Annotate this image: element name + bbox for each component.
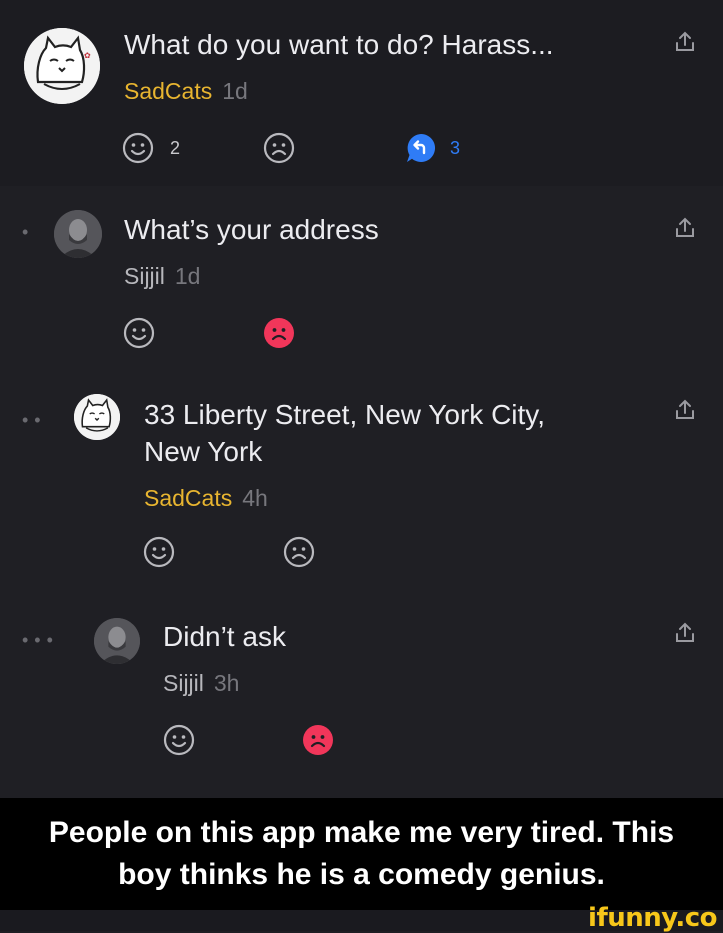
meme-caption: People on this app make me very tired. T… (0, 798, 723, 910)
cat-avatar-icon: ✿ (24, 28, 100, 104)
reply-bubble-icon[interactable] (405, 132, 437, 164)
avatar[interactable] (94, 618, 140, 664)
like-smile-icon[interactable] (122, 132, 154, 164)
avatar[interactable]: ✿ (24, 28, 100, 104)
ifunny-watermark: ifunny.co (588, 903, 717, 933)
comment: •• 33 Liberty Street, New York City, New… (0, 376, 723, 606)
bearded-man-avatar-icon (94, 618, 140, 664)
share-icon[interactable] (674, 398, 696, 422)
like-smile-icon[interactable] (123, 317, 155, 349)
timestamp: 3h (213, 670, 240, 696)
comment-text: What’s your address (124, 214, 379, 245)
share-icon[interactable] (674, 30, 696, 54)
cat-avatar-icon (74, 394, 120, 440)
bearded-man-avatar-icon (54, 210, 102, 258)
thread-depth-indicator: •• (22, 410, 47, 430)
avatar[interactable] (54, 210, 102, 258)
share-icon[interactable] (674, 216, 696, 240)
author-name[interactable]: SadCats (144, 485, 232, 511)
timestamp: 4h (242, 485, 268, 511)
comment-text-line-1: 33 Liberty Street, New York City, (144, 399, 545, 430)
comment-text-line-2: New York (144, 436, 263, 467)
comment-author-line: Sijjil 3h (163, 669, 239, 697)
svg-text:✿: ✿ (84, 51, 91, 60)
like-smile-icon[interactable] (143, 536, 175, 568)
comment-author-line: SadCats 1d (124, 77, 248, 105)
dislike-frown-icon[interactable] (283, 536, 315, 568)
comment-thread: ✿ What do you want to do? Harass... SadC… (0, 0, 723, 798)
comment-text: Didn’t ask (163, 621, 286, 652)
caption-line-2: boy thinks he is a comedy genius. (118, 858, 605, 891)
comment: ••• Didn’t ask Sijjil 3h (0, 606, 723, 798)
caption-line-1: People on this app make me very tired. T… (48, 816, 675, 849)
comment: ✿ What do you want to do? Harass... SadC… (0, 0, 723, 186)
dislike-frown-icon-active[interactable] (302, 724, 334, 756)
share-icon[interactable] (674, 621, 696, 645)
comment-text: What do you want to do? Harass... (124, 29, 554, 60)
avatar[interactable] (74, 394, 120, 440)
author-name[interactable]: Sijjil (163, 670, 204, 696)
timestamp: 1d (174, 263, 201, 289)
dislike-frown-icon-active[interactable] (263, 317, 295, 349)
author-name[interactable]: SadCats (124, 78, 212, 104)
comment-author-line: Sijjil 1d (124, 262, 200, 290)
timestamp: 1d (222, 78, 248, 104)
comment: • What’s your address Sijjil 1d (0, 186, 723, 376)
reply-count: 3 (450, 138, 461, 158)
comment-author-line: SadCats 4h (144, 484, 268, 512)
dislike-frown-icon[interactable] (263, 132, 295, 164)
like-smile-icon[interactable] (163, 724, 195, 756)
like-count: 2 (170, 138, 181, 158)
thread-depth-indicator: ••• (22, 630, 59, 650)
author-name[interactable]: Sijjil (124, 263, 165, 289)
thread-depth-indicator: • (22, 222, 35, 242)
